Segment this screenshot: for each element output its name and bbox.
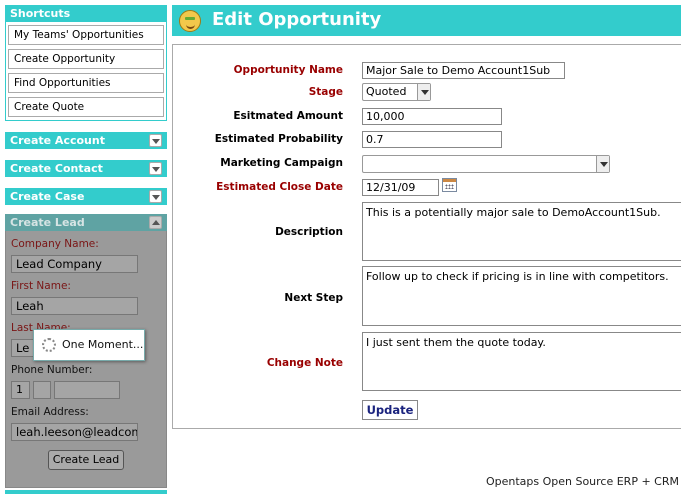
estimated-amount-label: Esitmated Amount: [233, 110, 343, 122]
first-name-input[interactable]: Leah: [11, 297, 138, 315]
create-account-title: Create Account: [10, 134, 105, 147]
marketing-campaign-label: Marketing Campaign: [220, 157, 343, 169]
marketing-campaign-select[interactable]: [362, 155, 610, 173]
shortcuts-header: Shortcuts: [5, 5, 167, 22]
footer-text: Opentaps Open Source ERP + CRM: [485, 475, 679, 488]
create-contact-header[interactable]: Create Contact: [5, 160, 167, 177]
company-name-label: Company Name:: [11, 238, 99, 250]
estimated-close-date-label: Estimated Close Date: [216, 181, 343, 193]
phone-number-fields: 1: [11, 381, 161, 399]
edit-opportunity-form: Opportunity Name Major Sale to Demo Acco…: [172, 44, 681, 429]
update-button[interactable]: Update: [362, 400, 418, 420]
expand-icon[interactable]: [149, 190, 162, 203]
sidebar: Shortcuts My Teams' Opportunities Create…: [5, 5, 167, 488]
dropdown-arrow-icon: [417, 84, 430, 100]
email-address-label: Email Address:: [11, 406, 89, 418]
collapse-icon[interactable]: [149, 216, 162, 229]
opportunity-name-input[interactable]: Major Sale to Demo Account1Sub: [362, 62, 565, 79]
create-lead-title: Create Lead: [10, 216, 85, 229]
phone-number-label: Phone Number:: [11, 364, 93, 376]
change-note-textarea[interactable]: I just sent them the quote today.: [362, 332, 681, 391]
shortcut-create-quote[interactable]: Create Quote: [8, 97, 164, 117]
create-lead-panel: Create Lead Company Name: Lead Company F…: [5, 214, 167, 488]
shortcut-find-opportunities[interactable]: Find Opportunities: [8, 73, 164, 93]
phone-area-input[interactable]: [33, 381, 51, 399]
shortcuts-title: Shortcuts: [10, 7, 71, 20]
loading-popup: One Moment...: [33, 329, 145, 361]
loading-text: One Moment...: [62, 338, 144, 351]
estimated-probability-input[interactable]: 0.7: [362, 131, 502, 148]
opportunity-icon: [179, 10, 201, 32]
phone-number-input[interactable]: [54, 381, 120, 399]
phone-country-input[interactable]: 1: [11, 381, 30, 399]
page-title: Edit Opportunity: [212, 9, 382, 30]
spinner-icon: [42, 338, 56, 352]
description-textarea[interactable]: This is a potentially major sale to Demo…: [362, 202, 681, 261]
estimated-close-date-input[interactable]: 12/31/09: [362, 179, 439, 196]
shortcut-my-teams-opportunities[interactable]: My Teams' Opportunities: [8, 25, 164, 45]
page-header: Edit Opportunity: [172, 5, 681, 36]
create-lead-button[interactable]: Create Lead: [48, 450, 124, 470]
shortcuts-list: My Teams' Opportunities Create Opportuni…: [5, 22, 167, 121]
estimated-amount-input[interactable]: 10,000: [362, 108, 502, 125]
expand-icon[interactable]: [149, 162, 162, 175]
create-account-header[interactable]: Create Account: [5, 132, 167, 149]
next-step-label: Next Step: [284, 292, 343, 304]
expand-icon[interactable]: [149, 134, 162, 147]
create-case-title: Create Case: [10, 190, 85, 203]
opportunity-name-label: Opportunity Name: [233, 64, 343, 76]
next-section-header[interactable]: [5, 490, 167, 494]
next-step-textarea[interactable]: Follow up to check if pricing is in line…: [362, 266, 681, 326]
calendar-icon[interactable]: [442, 178, 457, 192]
create-case-header[interactable]: Create Case: [5, 188, 167, 205]
stage-label: Stage: [308, 86, 343, 98]
stage-select[interactable]: Quoted: [362, 83, 431, 101]
email-address-input[interactable]: leah.leeson@leadcomp: [11, 423, 138, 441]
create-lead-header[interactable]: Create Lead: [5, 214, 167, 231]
description-label: Description: [275, 226, 343, 238]
shortcut-create-opportunity[interactable]: Create Opportunity: [8, 49, 164, 69]
company-name-input[interactable]: Lead Company: [11, 255, 138, 273]
change-note-label: Change Note: [266, 357, 343, 369]
stage-value: Quoted: [366, 85, 407, 98]
estimated-probability-label: Estimated Probability: [214, 133, 343, 145]
dropdown-arrow-icon: [596, 156, 609, 172]
first-name-label: First Name:: [11, 280, 71, 292]
create-contact-title: Create Contact: [10, 162, 103, 175]
